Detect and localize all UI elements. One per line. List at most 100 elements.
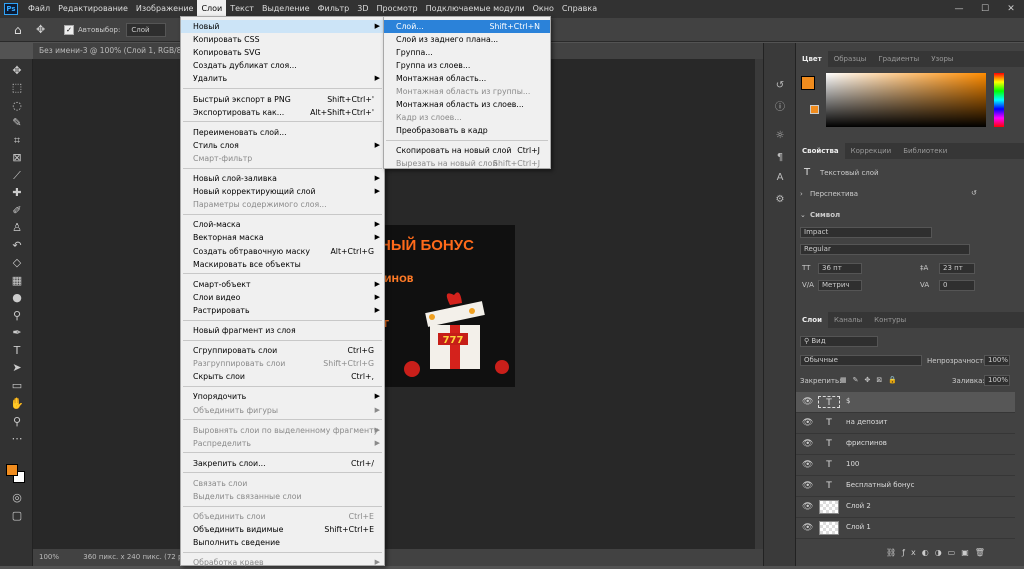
- layers-menu-item-6[interactable]: Быстрый экспорт в PNG Shift+Ctrl+': [181, 93, 384, 106]
- color-panel-swatch-small[interactable]: [810, 105, 819, 114]
- path-select-tool-icon[interactable]: ➤: [9, 361, 25, 375]
- layer-row[interactable]: 👁 Слой 2: [796, 497, 1015, 518]
- layers-menu-item-4[interactable]: Удалить ▶: [181, 72, 384, 85]
- color-tab-1[interactable]: Образцы: [828, 51, 873, 67]
- layers-menu-item-38[interactable]: Закрепить слои... Ctrl+/: [181, 457, 384, 470]
- new-submenu-item-3[interactable]: Группа из слоев...: [384, 59, 550, 72]
- gradient-tool-icon[interactable]: ▦: [9, 274, 25, 288]
- blur-tool-icon[interactable]: ●: [9, 291, 25, 305]
- kerning-field[interactable]: Метрич: [818, 280, 862, 291]
- crop-tool-icon[interactable]: ⌗: [9, 134, 25, 148]
- fill-field[interactable]: 100%: [984, 375, 1010, 386]
- color-panel-foreground[interactable]: [801, 76, 815, 90]
- menu-1[interactable]: Редактирование: [54, 0, 132, 18]
- layer-filter-dropdown[interactable]: ⚲ Вид: [800, 336, 878, 347]
- pen-tool-icon[interactable]: ✒: [9, 326, 25, 340]
- autoselect-dropdown[interactable]: Слой: [126, 22, 167, 37]
- history-brush-icon[interactable]: ↶: [9, 239, 25, 253]
- hand-tool-icon[interactable]: ✋: [9, 397, 25, 411]
- lock-icons[interactable]: ▦✎✥⊠🔒: [840, 376, 903, 384]
- info-icon[interactable]: ⓘ: [773, 101, 787, 115]
- layers-menu-item-10[interactable]: Стиль слоя ▶: [181, 139, 384, 152]
- close-button[interactable]: ✕: [998, 0, 1024, 18]
- hue-slider[interactable]: [994, 73, 1004, 127]
- properties-tab-1[interactable]: Коррекции: [845, 143, 898, 159]
- new-submenu-item-8[interactable]: Преобразовать в кадр: [384, 124, 550, 137]
- character-icon[interactable]: A: [773, 171, 787, 185]
- layers-menu-item-32[interactable]: Упорядочить ▶: [181, 390, 384, 403]
- healing-tool-icon[interactable]: ✚: [9, 186, 25, 200]
- screen-mode-icon[interactable]: ▢: [9, 509, 25, 523]
- layers-menu-item-3[interactable]: Создать дубликат слоя...: [181, 59, 384, 72]
- symbol-chevron-icon[interactable]: ⌄: [800, 211, 806, 219]
- layers-menu-item-14[interactable]: Новый корректирующий слой ▶: [181, 185, 384, 198]
- layers-menu-item-22[interactable]: Смарт-объект ▶: [181, 278, 384, 291]
- visibility-eye-icon[interactable]: 👁: [802, 481, 813, 491]
- eraser-tool-icon[interactable]: ◇: [9, 256, 25, 270]
- zoom-level[interactable]: 100%: [39, 553, 59, 561]
- layers-tab-1[interactable]: Каналы: [828, 312, 868, 328]
- properties-tab-2[interactable]: Библиотеки: [897, 143, 953, 159]
- menu-11[interactable]: Справка: [558, 0, 601, 18]
- stamp-tool-icon[interactable]: ♙: [9, 221, 25, 235]
- layers-tab-0[interactable]: Слои: [796, 312, 828, 328]
- brush-tool-icon[interactable]: ✐: [9, 204, 25, 218]
- layers-menu-item-9[interactable]: Переименовать слой...: [181, 126, 384, 139]
- adjust-icon[interactable]: ☼: [773, 129, 787, 143]
- type-tool-icon[interactable]: T: [9, 344, 25, 358]
- properties-tab-0[interactable]: Свойства: [796, 143, 845, 159]
- font-size-field[interactable]: 36 пт: [818, 263, 862, 274]
- perspective-reset-icon[interactable]: ↺: [971, 189, 977, 197]
- history-icon[interactable]: ↺: [773, 79, 787, 93]
- eyedropper-tool-icon[interactable]: ⟋: [9, 169, 25, 183]
- layers-menu-item-26[interactable]: Новый фрагмент из слоя: [181, 324, 384, 337]
- menu-0[interactable]: Файл: [24, 0, 54, 18]
- color-tab-2[interactable]: Градиенты: [872, 51, 925, 67]
- layers-menu-item-13[interactable]: Новый слой-заливка ▶: [181, 172, 384, 185]
- layers-menu-item-18[interactable]: Векторная маска ▶: [181, 231, 384, 244]
- layer-row[interactable]: 👁 Tфриспинов: [796, 434, 1015, 455]
- layers-menu-item-45[interactable]: Выполнить сведение: [181, 536, 384, 549]
- quick-select-tool-icon[interactable]: ✎: [9, 116, 25, 130]
- layers-menu-item-24[interactable]: Растрировать ▶: [181, 304, 384, 317]
- foreground-color-chip[interactable]: [6, 464, 18, 476]
- layer-row[interactable]: 👁 Слой 1: [796, 518, 1015, 539]
- layer-row[interactable]: 👁 T 100: [796, 455, 1015, 476]
- new-submenu-item-2[interactable]: Группа...: [384, 46, 550, 59]
- layers-menu-item-0[interactable]: Новый ▶: [181, 20, 384, 33]
- font-family-dropdown[interactable]: Impact: [800, 227, 932, 238]
- minimize-button[interactable]: —: [946, 0, 972, 18]
- layers-menu-item-2[interactable]: Копировать SVG: [181, 46, 384, 59]
- blend-mode-dropdown[interactable]: Обычные: [800, 355, 922, 366]
- marquee-tool-icon[interactable]: ⬚: [9, 81, 25, 95]
- layers-tab-2[interactable]: Контуры: [868, 312, 912, 328]
- color-tab-3[interactable]: Узоры: [925, 51, 959, 67]
- layers-menu-item-19[interactable]: Создать обтравочную маску Alt+Ctrl+G: [181, 245, 384, 258]
- home-icon[interactable]: ⌂: [14, 23, 30, 37]
- more-tools-icon[interactable]: ⋯: [9, 432, 25, 446]
- new-submenu-item-4[interactable]: Монтажная область...: [384, 72, 550, 85]
- visibility-eye-icon[interactable]: 👁: [802, 460, 813, 470]
- layers-menu-item-1[interactable]: Копировать CSS: [181, 33, 384, 46]
- color-tab-0[interactable]: Цвет: [796, 51, 828, 67]
- move-tool-icon[interactable]: ✥: [36, 23, 50, 36]
- zoom-tool-icon[interactable]: ⚲: [9, 415, 25, 429]
- visibility-eye-icon[interactable]: 👁: [802, 397, 813, 407]
- document-artwork[interactable]: НЫЙ БОНУС ИНОВ Т 777: [380, 225, 515, 387]
- new-submenu-item-10[interactable]: Скопировать на новый слой Ctrl+J: [384, 144, 550, 157]
- opacity-field[interactable]: 100%: [984, 355, 1010, 366]
- layers-menu-item-20[interactable]: Маскировать все объекты: [181, 258, 384, 271]
- quick-mask-icon[interactable]: ◎: [9, 491, 25, 505]
- visibility-eye-icon[interactable]: 👁: [802, 502, 813, 512]
- perspective-chevron-icon[interactable]: ›: [800, 190, 803, 198]
- layer-footer-icons[interactable]: ⛓ƒx◐◑▭▣🗑: [886, 548, 991, 557]
- visibility-eye-icon[interactable]: 👁: [802, 439, 813, 449]
- layers-menu-item-17[interactable]: Слой-маска ▶: [181, 218, 384, 231]
- leading-field[interactable]: 23 пт: [939, 263, 975, 274]
- layers-menu-item-30[interactable]: Скрыть слои Ctrl+,: [181, 370, 384, 383]
- font-style-dropdown[interactable]: Regular: [800, 244, 970, 255]
- layers-menu-item-44[interactable]: Объединить видимые Shift+Ctrl+E: [181, 523, 384, 536]
- maximize-button[interactable]: ☐: [972, 0, 998, 18]
- dodge-tool-icon[interactable]: ⚲: [9, 309, 25, 323]
- layer-row[interactable]: 👁 T $: [796, 392, 1015, 413]
